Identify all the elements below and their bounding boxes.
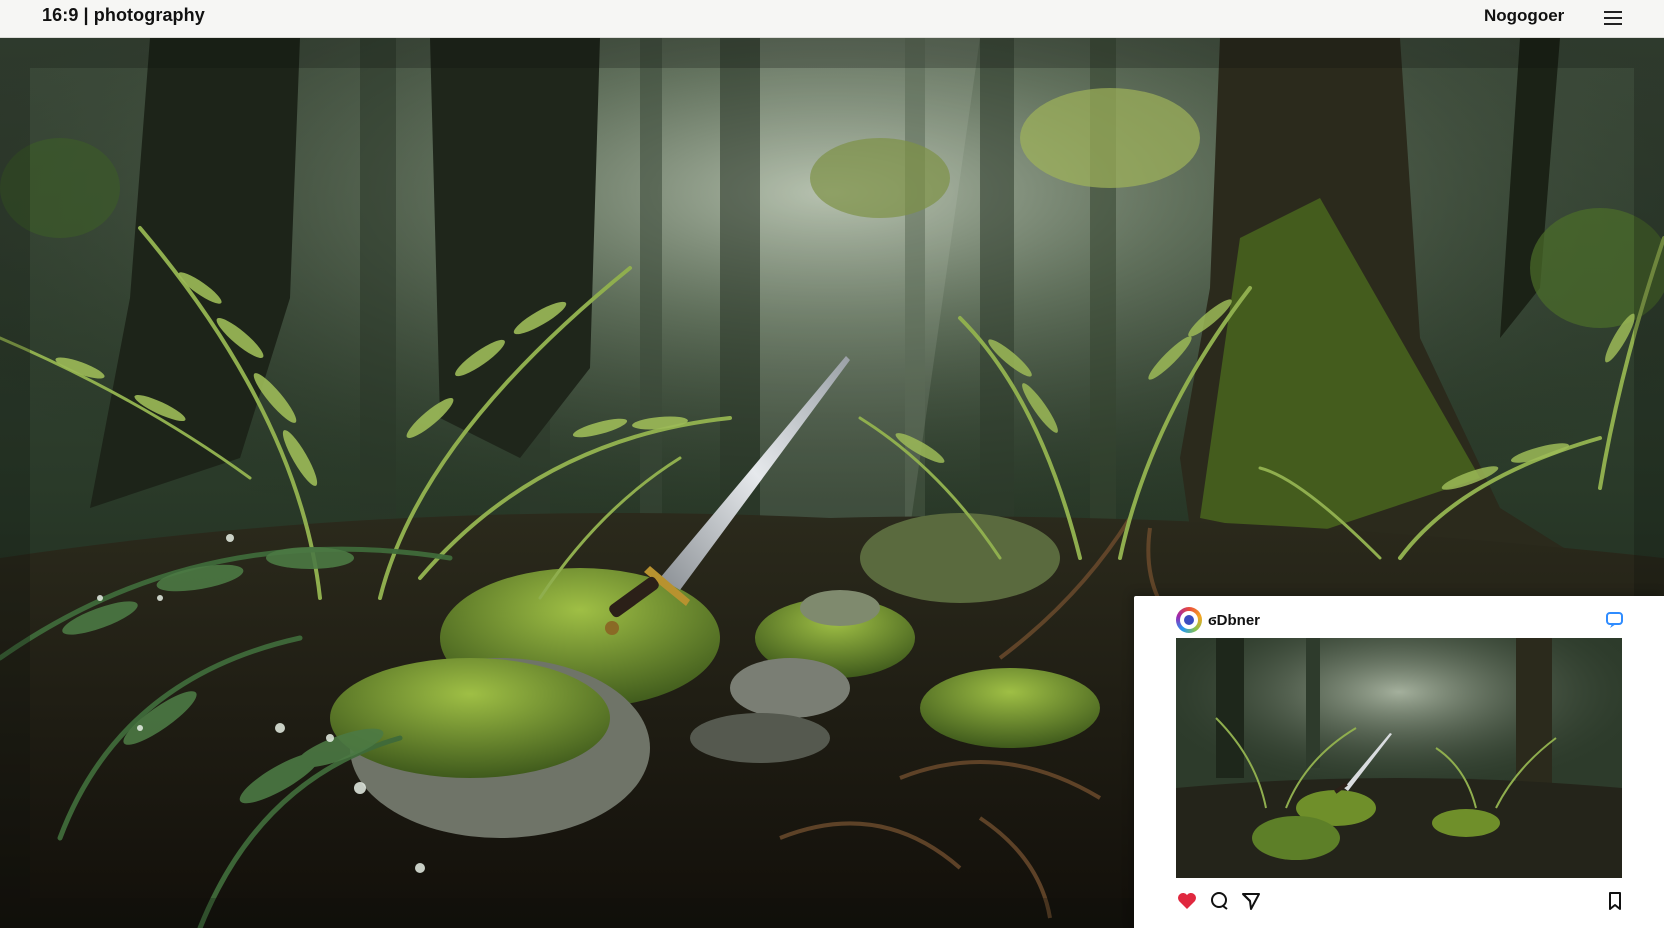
comment-icon[interactable] [1208,890,1232,914]
social-post-card[interactable]: ϭDbner [1134,596,1664,928]
page-title: 16:9 | photography [42,5,205,25]
avatar-ring-icon[interactable] [1176,607,1202,633]
send-icon[interactable] [1240,890,1264,914]
top-bar: 16:9 | photography Nogogoer [0,0,1664,38]
post-thumbnail-image[interactable] [1176,638,1622,878]
bookmark-icon[interactable] [1604,890,1628,914]
hamburger-menu-icon[interactable] [1600,5,1626,31]
post-username[interactable]: ϭDbner [1208,612,1260,629]
post-header: ϭDbner [1176,606,1260,634]
share-icon[interactable] [1604,608,1626,630]
account-name-link[interactable]: Nogogoer [1484,6,1564,26]
post-actions-bar [1176,890,1628,916]
heart-icon[interactable] [1176,890,1200,914]
